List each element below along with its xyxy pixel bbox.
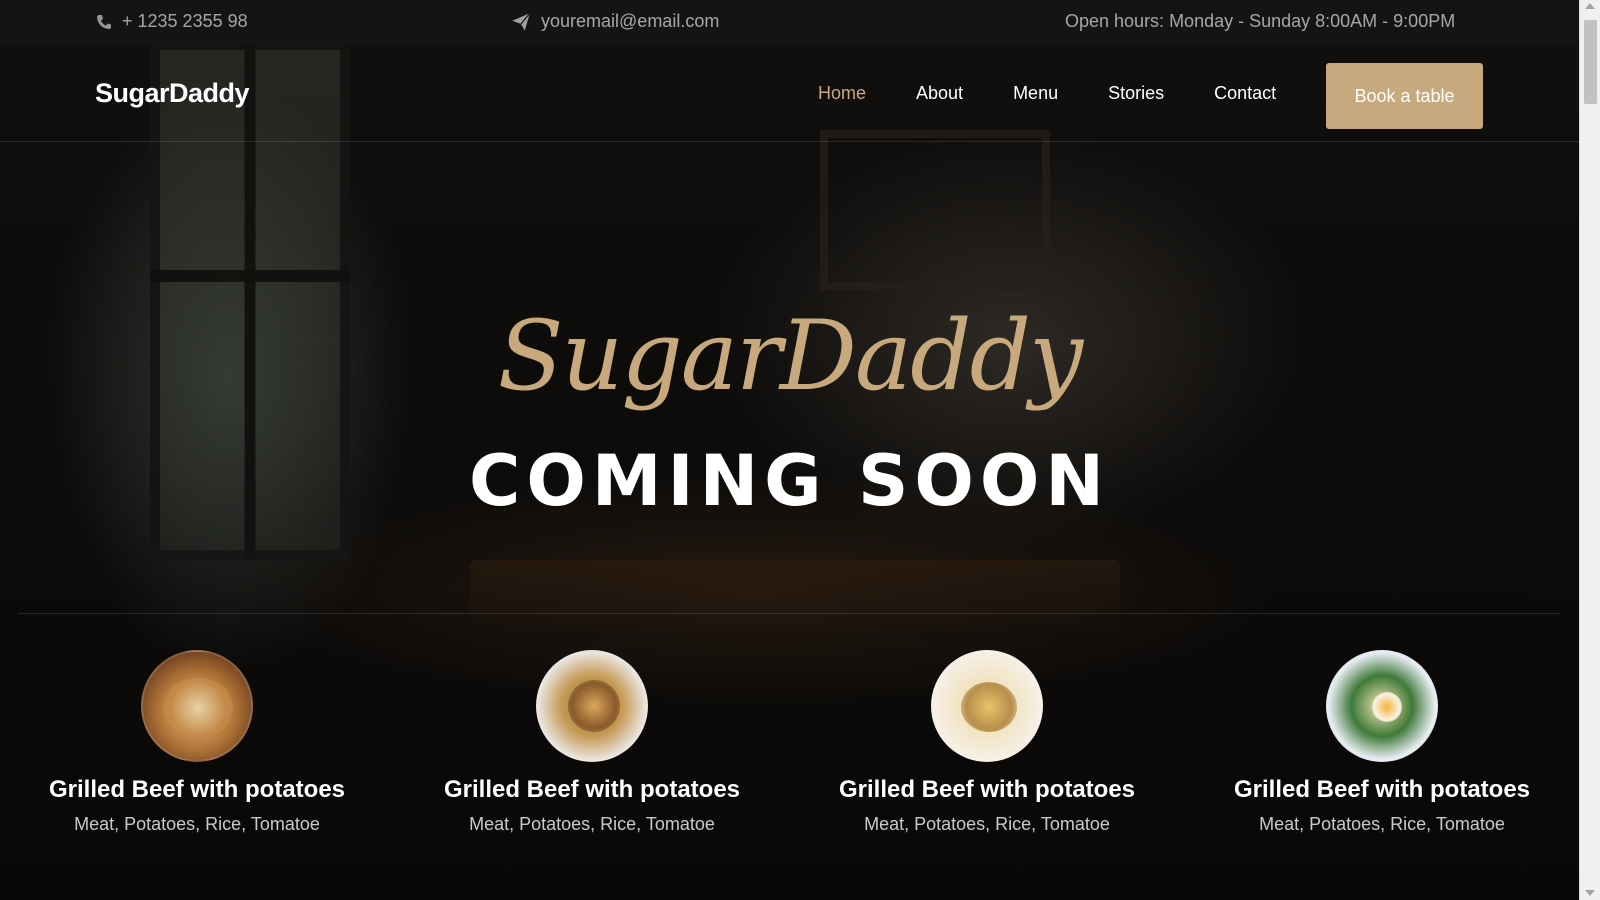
nav-menu[interactable]: Menu [1013,83,1058,104]
scroll-up-arrow-icon[interactable] [1585,3,1595,9]
scroll-thumb[interactable] [1584,20,1597,104]
hero-script-title: SugarDaddy [497,300,1084,412]
dish-card[interactable]: Grilled Beef with potatoes Meat, Potatoe… [7,650,387,835]
open-hours: Open hours: Monday - Sunday 8:00AM - 9:0… [1065,11,1455,32]
page-scrollbar[interactable] [1579,0,1600,900]
hero-headline: COMING SOON [468,440,1110,522]
hero-divider [18,613,1561,614]
dish-card[interactable]: Grilled Beef with potatoes Meat, Potatoe… [797,650,1177,835]
scroll-down-arrow-icon[interactable] [1585,890,1595,896]
main-navbar: SugarDaddy Home About Menu Stories Conta… [0,45,1579,142]
dish-name: Grilled Beef with potatoes [443,776,741,803]
paper-plane-icon [512,12,531,31]
egg-salad-photo [1326,650,1438,762]
brand-logo[interactable]: SugarDaddy [95,78,250,109]
email-address[interactable]: youremail@email.com [541,11,719,32]
book-table-button[interactable]: Book a table [1326,63,1483,129]
dish-ingredients: Meat, Potatoes, Rice, Tomatoe [469,814,715,834]
noodle-dish-photo [141,650,253,762]
dish-card[interactable]: Grilled Beef with potatoes Meat, Potatoe… [1192,650,1572,835]
phone-info: + 1235 2355 98 [96,11,248,32]
dish-name: Grilled Beef with potatoes [1233,776,1531,803]
salad-bowl-photo [536,650,648,762]
nav-home[interactable]: Home [818,83,866,104]
email-info: youremail@email.com [511,11,719,32]
phone-icon [97,14,111,29]
dishes-row: Grilled Beef with potatoes Meat, Potatoe… [0,650,1579,870]
dish-ingredients: Meat, Potatoes, Rice, Tomatoe [1259,814,1505,834]
nav-links: Home About Menu Stories Contact [818,83,1326,104]
nav-stories[interactable]: Stories [1108,83,1164,104]
phone-number[interactable]: + 1235 2355 98 [122,11,248,32]
open-hours-text: Open hours: Monday - Sunday 8:00AM - 9:0… [1065,11,1456,31]
banana-bowl-photo [931,650,1043,762]
nav-contact[interactable]: Contact [1214,83,1276,104]
dish-ingredients: Meat, Potatoes, Rice, Tomatoe [864,814,1110,834]
dish-name: Grilled Beef with potatoes [838,776,1136,803]
nav-about[interactable]: About [916,83,963,104]
dish-ingredients: Meat, Potatoes, Rice, Tomatoe [74,814,320,834]
dish-name: Grilled Beef with potatoes [48,776,346,803]
top-info-bar: + 1235 2355 98 youremail@email.com Open … [0,0,1579,45]
dish-card[interactable]: Grilled Beef with potatoes Meat, Potatoe… [402,650,782,835]
